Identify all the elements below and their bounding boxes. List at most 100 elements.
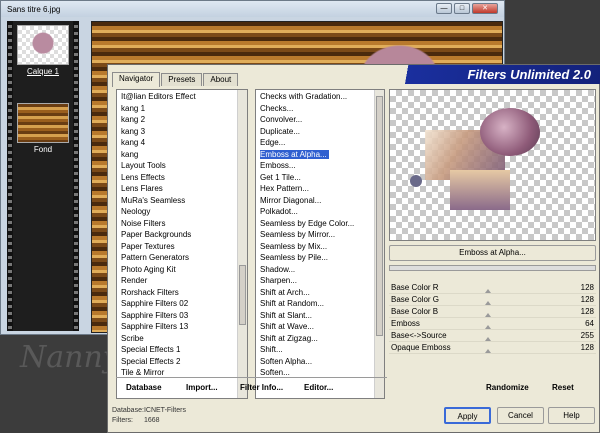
parameter-row[interactable]: Base Color B 128 <box>389 306 596 318</box>
filter-preview[interactable] <box>389 89 596 241</box>
filter-item[interactable]: Shift at Slant... <box>260 310 372 322</box>
tab-about[interactable]: About <box>203 73 239 86</box>
category-item[interactable]: Lens Flares <box>121 183 235 195</box>
tab-presets[interactable]: Presets <box>161 73 203 86</box>
watermark-signature: Nanny <box>20 340 120 375</box>
filter-item[interactable]: Shift at Wave... <box>260 321 372 333</box>
layer-label-calque1[interactable]: Calque 1 <box>13 67 73 76</box>
editor-button[interactable]: Editor... <box>304 383 333 392</box>
slider-thumb-icon[interactable] <box>485 349 491 353</box>
category-scrollbar[interactable] <box>237 90 247 398</box>
parameter-row[interactable]: Opaque Emboss 128 <box>389 342 596 354</box>
category-item[interactable]: Neology <box>121 206 235 218</box>
filter-item[interactable]: Convolver... <box>260 114 372 126</box>
randomize-button[interactable]: Randomize <box>486 383 529 392</box>
filter-item[interactable]: Seamless by Mix... <box>260 241 372 253</box>
category-item[interactable]: Special Effects 2 <box>121 356 235 368</box>
preview-zoom-slider[interactable] <box>389 265 596 271</box>
parameter-list: Base Color R 128 Base Color G 128 Base Color… <box>389 282 596 354</box>
category-item[interactable]: Noise Filters <box>121 218 235 230</box>
filter-item[interactable]: Shadow... <box>260 264 372 276</box>
category-item[interactable]: kang 2 <box>121 114 235 126</box>
dialog-banner: Filters Unlimited 2.0 <box>388 65 600 84</box>
category-item[interactable]: Sapphire Filters 13 <box>121 321 235 333</box>
slider-thumb-icon[interactable] <box>485 301 491 305</box>
parameter-label: Base<->Source <box>391 331 447 340</box>
minimize-button[interactable]: — <box>436 3 452 14</box>
close-button[interactable]: ✕ <box>472 3 498 14</box>
filter-item[interactable]: Hex Pattern... <box>260 183 372 195</box>
layer-thumbnail-calque1[interactable] <box>17 25 69 65</box>
category-item[interactable]: Lens Effects <box>121 172 235 184</box>
layer-thumbnail-fond[interactable] <box>17 103 69 143</box>
category-scrollbar-thumb[interactable] <box>239 265 246 325</box>
parameter-label: Base Color G <box>391 295 440 304</box>
apply-button[interactable]: Apply <box>444 407 491 424</box>
parameter-label: Opaque Emboss <box>391 343 451 352</box>
slider-thumb-icon[interactable] <box>485 313 491 317</box>
category-item[interactable]: Render <box>121 275 235 287</box>
filter-item[interactable]: Seamless by Pile... <box>260 252 372 264</box>
category-item[interactable]: It@lian Editors Effect <box>121 91 235 103</box>
filter-item[interactable]: Edge... <box>260 137 372 149</box>
parameter-row[interactable]: Base Color G 128 <box>389 294 596 306</box>
maximize-button[interactable]: □ <box>454 3 470 14</box>
filter-item[interactable]: Get 1 Tile... <box>260 172 372 184</box>
category-item[interactable]: Paper Textures <box>121 241 235 253</box>
layer-label-fond[interactable]: Fond <box>13 145 73 154</box>
cancel-button[interactable]: Cancel <box>497 407 544 424</box>
category-list[interactable]: It@lian Editors Effect kang 1 kang 2 kang 3… <box>116 89 248 399</box>
filter-list[interactable]: Checks with Gradation... Checks... Convolv… <box>255 89 385 399</box>
database-button[interactable]: Database <box>126 383 162 392</box>
filter-item[interactable]: Checks with Gradation... <box>260 91 372 103</box>
filter-scrollbar[interactable] <box>374 90 384 398</box>
category-item[interactable]: Sapphire Filters 03 <box>121 310 235 322</box>
category-item[interactable]: kang 1 <box>121 103 235 115</box>
filter-name-button[interactable]: Emboss at Alpha... <box>389 245 596 261</box>
category-item[interactable]: Scribe <box>121 333 235 345</box>
filter-item[interactable]: Seamless by Edge Color... <box>260 218 372 230</box>
parameter-row[interactable]: Base<->Source 255 <box>389 330 596 342</box>
filter-item[interactable]: Shift at Arch... <box>260 287 372 299</box>
category-item[interactable]: MuRa's Seamless <box>121 195 235 207</box>
category-item[interactable]: Photo Aging Kit <box>121 264 235 276</box>
parameter-label: Emboss <box>391 319 420 328</box>
slider-thumb-icon[interactable] <box>485 289 491 293</box>
filter-item[interactable]: Polkadot... <box>260 206 372 218</box>
category-item[interactable]: Sapphire Filters 02 <box>121 298 235 310</box>
category-item[interactable]: Special Effects 1 <box>121 344 235 356</box>
filter-item[interactable]: Duplicate... <box>260 126 372 138</box>
filter-info-button[interactable]: Filter Info... <box>240 383 283 392</box>
filter-item[interactable]: Shift at Zigzag... <box>260 333 372 345</box>
filter-scrollbar-thumb[interactable] <box>376 96 383 336</box>
separator <box>116 377 387 378</box>
filter-item[interactable]: Emboss... <box>260 160 372 172</box>
filter-item[interactable]: Shift at Random... <box>260 298 372 310</box>
filter-item[interactable]: Sharpen... <box>260 275 372 287</box>
slider-thumb-icon[interactable] <box>485 325 491 329</box>
help-button[interactable]: Help <box>548 407 595 424</box>
import-button[interactable]: Import... <box>186 383 218 392</box>
reset-button[interactable]: Reset <box>552 383 574 392</box>
filter-item[interactable]: Mirror Diagonal... <box>260 195 372 207</box>
category-item[interactable]: kang 3 <box>121 126 235 138</box>
filter-item[interactable]: Emboss at Alpha... <box>260 149 372 161</box>
parameter-label: Base Color B <box>391 307 439 316</box>
filter-item[interactable]: Checks... <box>260 103 372 115</box>
filter-item[interactable]: Shift... <box>260 344 372 356</box>
category-item[interactable]: Layout Tools <box>121 160 235 172</box>
filter-item[interactable]: Seamless by Mirror... <box>260 229 372 241</box>
image-window-titlebar[interactable]: Sans titre 6.jpg <box>1 1 504 17</box>
filter-items: Checks with Gradation... Checks... Convolv… <box>260 91 372 379</box>
filter-item[interactable]: Soften Alpha... <box>260 356 372 368</box>
slider-thumb-icon[interactable] <box>485 337 491 341</box>
category-item[interactable]: kang <box>121 149 235 161</box>
layers-strip: Calque 1 Fond <box>7 21 79 331</box>
category-item[interactable]: Rorshack Filters <box>121 287 235 299</box>
category-item[interactable]: kang 4 <box>121 137 235 149</box>
parameter-row[interactable]: Base Color R 128 <box>389 282 596 294</box>
category-item[interactable]: Pattern Generators <box>121 252 235 264</box>
category-item[interactable]: Paper Backgrounds <box>121 229 235 241</box>
tab-navigator[interactable]: Navigator <box>112 72 161 87</box>
parameter-row[interactable]: Emboss 64 <box>389 318 596 330</box>
